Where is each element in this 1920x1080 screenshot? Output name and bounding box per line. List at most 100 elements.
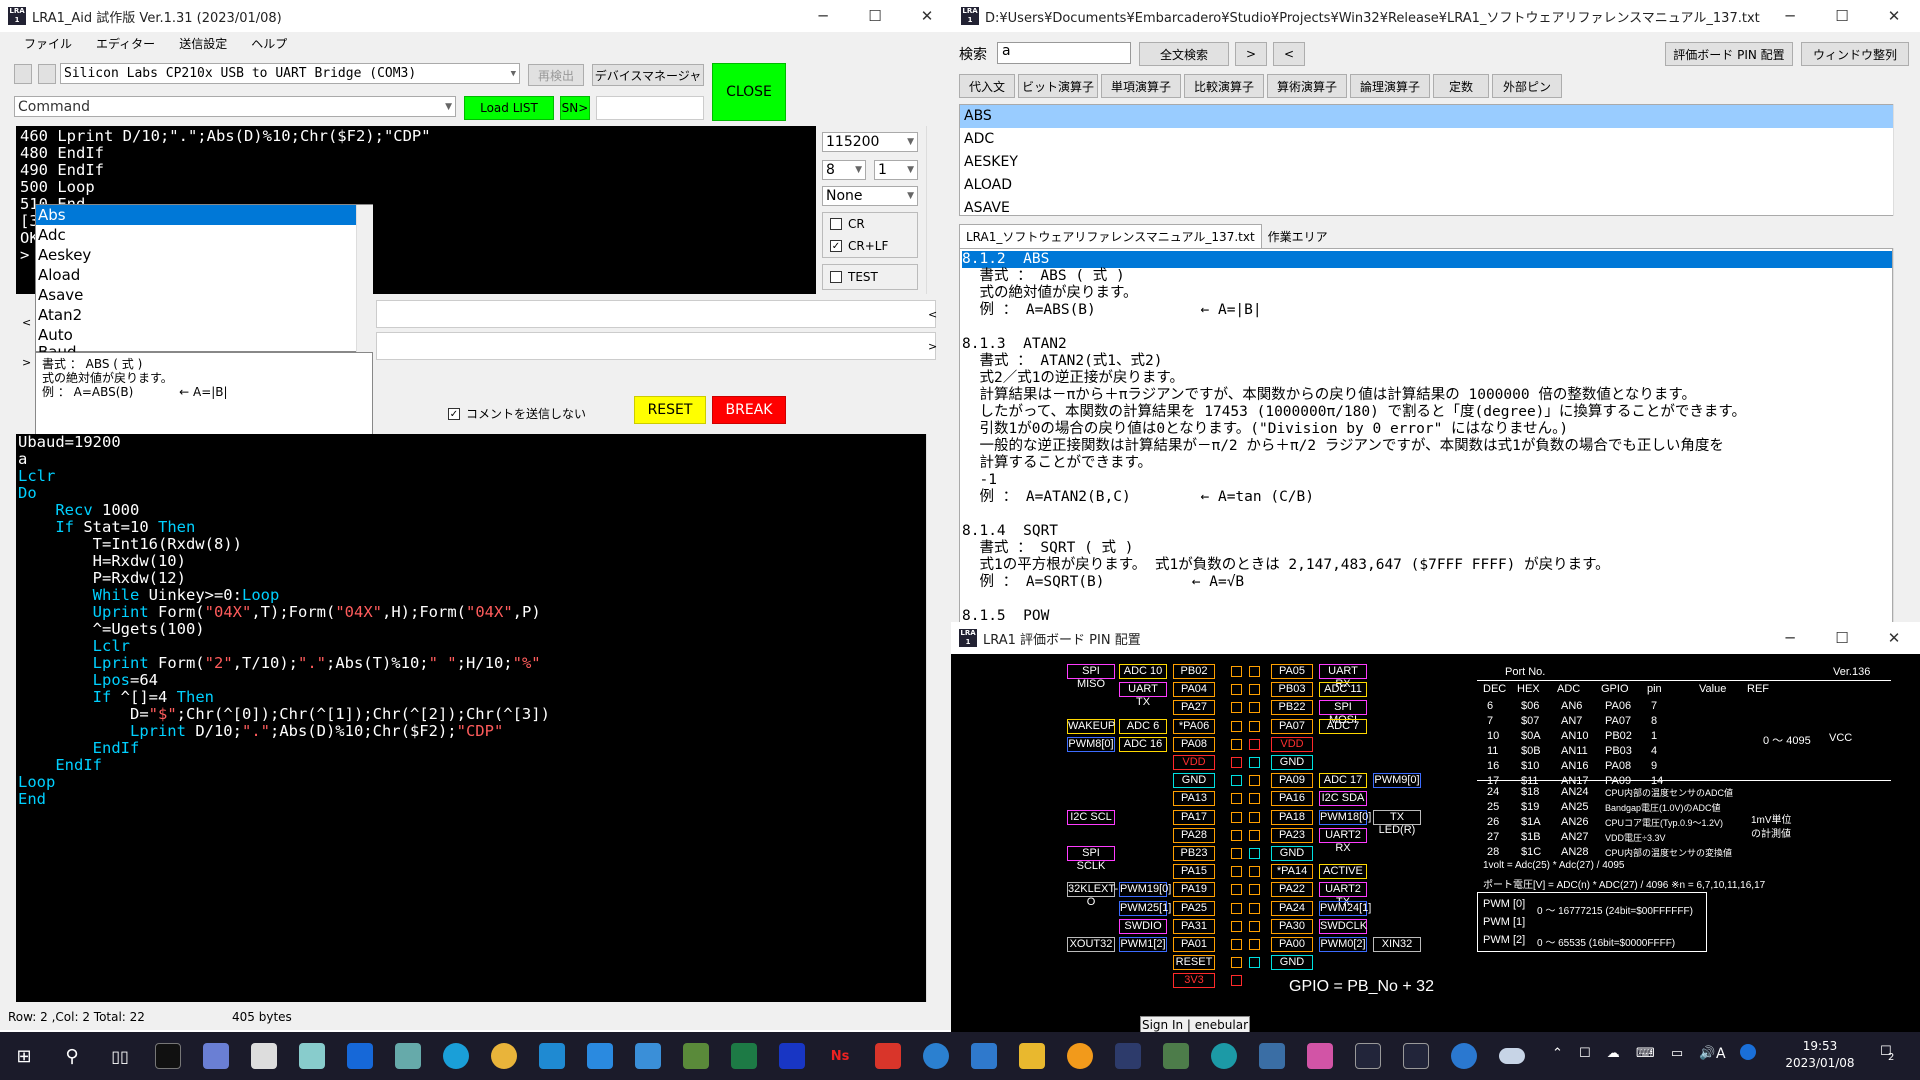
autocomplete-item[interactable]: Aload	[36, 265, 356, 285]
databits-select[interactable]: 8 ▼	[822, 160, 866, 180]
orange-app-icon[interactable]	[1056, 1032, 1104, 1080]
reference-document[interactable]: 8.1.2 ABS 書式 ： ABS ( 式 ) 式の絶対値が戻ります。 例 ：…	[959, 248, 1893, 630]
search-next-button[interactable]: >	[1235, 42, 1267, 66]
autocomplete-item[interactable]: Auto	[36, 325, 356, 345]
eraser-app-icon[interactable]	[288, 1032, 336, 1080]
arrange-windows-button[interactable]: ウィンドウ整列	[1801, 42, 1909, 66]
maximize-icon[interactable]: ☐	[1816, 622, 1868, 654]
command-select[interactable]: Command ▼	[14, 96, 456, 117]
send-sn-button[interactable]: SN>	[560, 96, 590, 120]
cr-checkbox[interactable]: CR	[830, 217, 865, 231]
category-bit-ops[interactable]: ビット演算子	[1018, 74, 1098, 98]
category-unary-ops[interactable]: 単項演算子	[1101, 74, 1181, 98]
arduino-icon[interactable]	[1200, 1032, 1248, 1080]
start-icon[interactable]: ⊞	[0, 1032, 48, 1080]
ie-icon[interactable]	[912, 1032, 960, 1080]
g-app-icon[interactable]	[1152, 1032, 1200, 1080]
device-manager-button[interactable]: デバイスマネージャ	[592, 64, 704, 86]
notepad-app-icon[interactable]	[240, 1032, 288, 1080]
ns-app-icon[interactable]: Ns	[816, 1032, 864, 1080]
a-app-icon[interactable]	[1104, 1032, 1152, 1080]
menu-file[interactable]: ファイル	[12, 32, 84, 54]
autocomplete-item[interactable]: Asave	[36, 285, 356, 305]
minimize-icon[interactable]: ─	[797, 0, 849, 32]
framed-app-icon[interactable]	[768, 1032, 816, 1080]
keyword-item[interactable]: ALOAD	[960, 174, 1898, 197]
search-icon[interactable]: ⚲	[48, 1032, 96, 1080]
category-arith-ops[interactable]: 算術演算子	[1267, 74, 1347, 98]
menu-send-settings[interactable]: 送信設定	[167, 32, 239, 54]
keyword-item[interactable]: ABS	[960, 105, 1898, 128]
tab-reference-manual[interactable]: LRA1_ソフトウェアリファレンスマニュアル_137.txt	[959, 224, 1262, 249]
keyword-item[interactable]: ASAVE	[960, 197, 1898, 215]
stopbits-select[interactable]: 1 ▼	[874, 160, 918, 180]
clock-time[interactable]: 19:53	[1780, 1039, 1860, 1053]
category-assign[interactable]: 代入文	[959, 74, 1015, 98]
load-list-button[interactable]: Load LIST	[464, 96, 554, 120]
parity-select[interactable]: None ▼	[822, 186, 918, 206]
edge-icon[interactable]	[432, 1032, 480, 1080]
keyword-item[interactable]: ADC	[960, 128, 1898, 151]
close-icon[interactable]: ✕	[1868, 622, 1920, 654]
pin-layout-button[interactable]: 評価ボード PIN 配置	[1665, 42, 1793, 66]
minimize-icon[interactable]: ─	[1764, 0, 1816, 32]
minimize-icon[interactable]: ─	[1764, 622, 1816, 654]
terminal-app-icon[interactable]	[144, 1032, 192, 1080]
autocomplete-item[interactable]: Atan2	[36, 305, 356, 325]
maximize-icon[interactable]: ☐	[849, 0, 901, 32]
files-icon[interactable]	[1008, 1032, 1056, 1080]
red-app-icon[interactable]	[864, 1032, 912, 1080]
close-icon[interactable]: ✕	[1868, 0, 1920, 32]
blue-app-icon[interactable]	[336, 1032, 384, 1080]
mail-icon[interactable]	[960, 1032, 1008, 1080]
store-icon[interactable]	[624, 1032, 672, 1080]
close-port-button[interactable]: CLOSE	[712, 63, 786, 121]
doc-scrollbar[interactable]	[1893, 248, 1910, 630]
redetect-button[interactable]: 再検出	[528, 64, 584, 86]
small-button-1[interactable]	[14, 64, 32, 84]
reset-button[interactable]: RESET	[634, 396, 706, 424]
chevron-right-icon[interactable]: >	[928, 340, 937, 353]
clipboard-app-icon[interactable]	[192, 1032, 240, 1080]
menu-help[interactable]: ヘルプ	[239, 32, 299, 54]
autocomplete-item[interactable]: Aeskey	[36, 245, 356, 265]
chevron-left-icon[interactable]: <	[22, 316, 31, 329]
send-input-2[interactable]	[376, 332, 936, 360]
crlf-checkbox[interactable]: ✓ CR+LF	[830, 239, 888, 253]
keyword-item[interactable]: AESKEY	[960, 151, 1898, 174]
no-comment-checkbox[interactable]: ✓ コメントを送信しない	[448, 405, 586, 422]
search-prev-button[interactable]: <	[1273, 42, 1305, 66]
vscode-icon[interactable]	[528, 1032, 576, 1080]
small-button-2[interactable]	[38, 64, 56, 84]
baud-select[interactable]: 115200 ▼	[822, 132, 918, 152]
break-button[interactable]: BREAK	[712, 396, 786, 424]
full-text-search-button[interactable]: 全文検索	[1139, 42, 1229, 66]
task-view-icon[interactable]: ▯▯	[96, 1032, 144, 1080]
onedrive-icon[interactable]	[1488, 1032, 1536, 1080]
tab-work-area[interactable]: 作業エリア	[1262, 224, 1334, 249]
port-select[interactable]: Silicon Labs CP210x USB to UART Bridge (…	[60, 63, 520, 84]
autocomplete-item[interactable]: Abs	[36, 205, 356, 225]
cube-app-icon[interactable]	[1248, 1032, 1296, 1080]
clock-date[interactable]: 2023/01/08	[1780, 1056, 1860, 1070]
azure-icon[interactable]	[576, 1032, 624, 1080]
ime-indicator[interactable]: A	[1716, 1046, 1726, 1062]
category-constants[interactable]: 定数	[1433, 74, 1489, 98]
green-app-icon[interactable]	[672, 1032, 720, 1080]
excel-icon[interactable]	[720, 1032, 768, 1080]
sn-input[interactable]	[596, 96, 704, 120]
chevron-left-icon[interactable]: <	[928, 308, 937, 321]
category-logic-ops[interactable]: 論理演算子	[1350, 74, 1430, 98]
category-compare-ops[interactable]: 比較演算子	[1184, 74, 1264, 98]
autocomplete-item[interactable]: Adc	[36, 225, 356, 245]
send-input-1[interactable]	[376, 300, 936, 328]
keyword-list-scrollbar[interactable]	[1893, 104, 1910, 216]
test-checkbox[interactable]: TEST	[830, 270, 878, 284]
close-icon[interactable]: ✕	[901, 0, 953, 32]
editor-scrollbar[interactable]	[926, 434, 943, 1002]
help-app-icon[interactable]	[1440, 1032, 1488, 1080]
hb-app-icon[interactable]	[1296, 1032, 1344, 1080]
autocomplete-scrollbar[interactable]	[356, 205, 373, 353]
notification-dot-icon[interactable]	[1740, 1044, 1756, 1060]
menu-editor[interactable]: エディター	[84, 32, 167, 54]
